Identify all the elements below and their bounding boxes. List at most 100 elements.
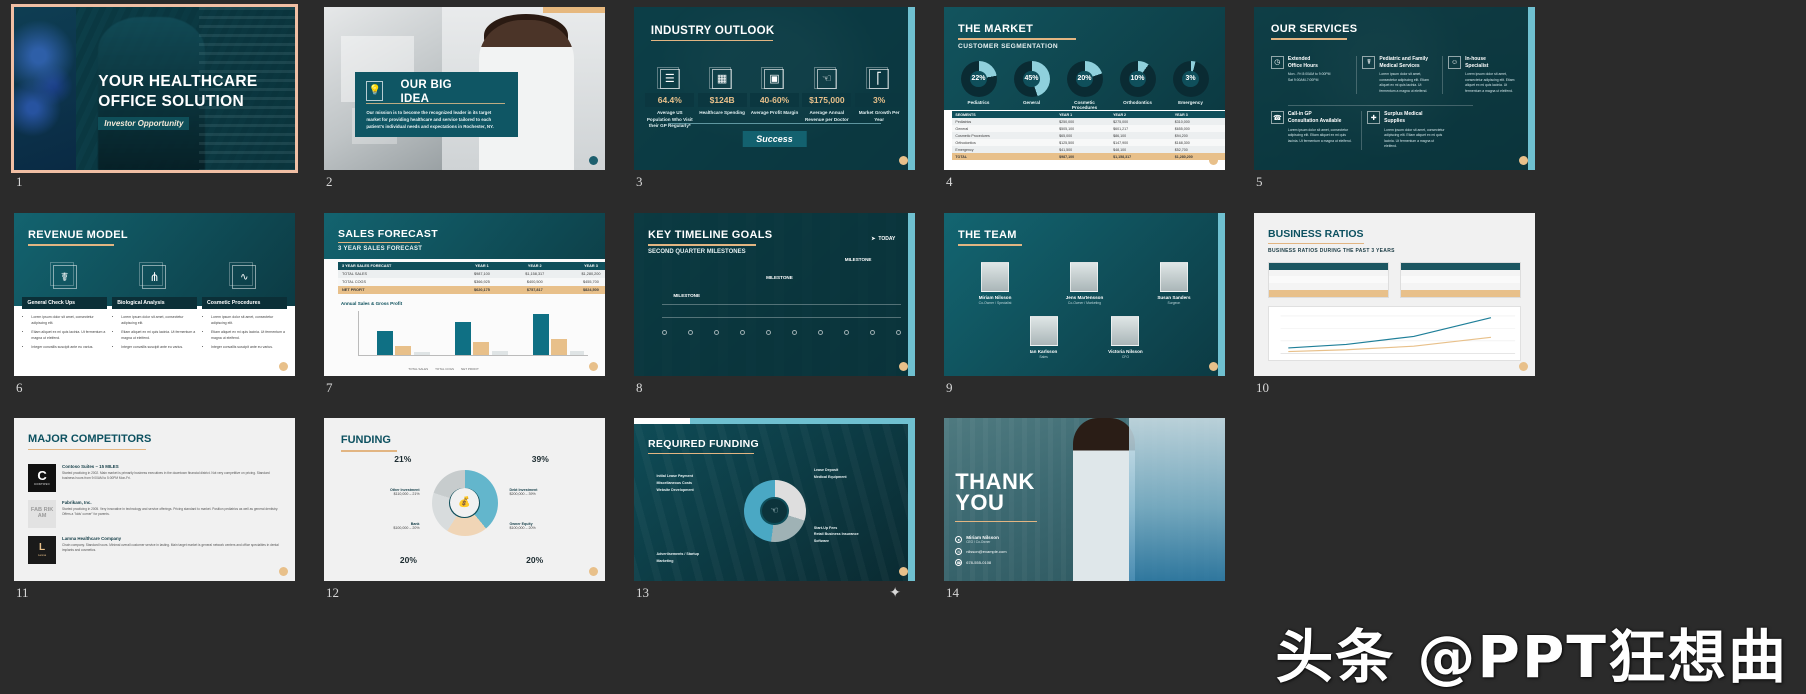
service-item: ◷ Extended Office Hours Mon - Fri 8:00AM…	[1270, 55, 1353, 94]
team-member: Ian Karlsson Sales	[1011, 315, 1075, 359]
revenue-column: ∿ Cosmetic Procedures Lorem ipsum dolor …	[202, 262, 287, 351]
table-row: Pediatrics $250,000 $275,000 $310,000	[952, 118, 1225, 126]
kpi-value: 3%	[854, 92, 904, 107]
slide-thumbnail-5[interactable]: OUR SERVICES ◷ Extended Office Hours Mon…	[1254, 7, 1535, 189]
donut-pct: 20%	[1077, 75, 1092, 83]
slide-number-7: 7	[326, 380, 333, 395]
service-item: ☺ In-house Specialist Lorem ipsum dolor …	[1442, 55, 1524, 95]
donut-label: Pediatrics	[967, 99, 990, 105]
service-name2: Medical Services	[1379, 62, 1420, 69]
funding-pct-tr: 39%	[531, 453, 549, 464]
people-icon: ☰	[656, 66, 680, 89]
donut-pct: 10%	[1130, 75, 1145, 83]
slide-thumbnail-9[interactable]: THE TEAM Miriam Nilsson Co-Owner / Speci…	[944, 213, 1225, 395]
ratios-table-right	[1400, 261, 1521, 298]
slide-number-5: 5	[1256, 174, 1263, 189]
slide-thumbnail-13[interactable]: REQUIRED FUNDING ☜ Initial Lease Payment…	[634, 418, 915, 600]
contact-phone-row: ☎ 678-555-0108	[955, 559, 1006, 567]
competitor-item: C CONTOSO Contoso Suites – 15 MILES Star…	[28, 463, 281, 492]
slide-thumbnail-6[interactable]: REVENUE MODEL ☤ General Check Ups Lorem …	[14, 213, 295, 395]
service-name: Surplus Medical	[1384, 111, 1423, 118]
lightbulb-icon: 💡	[366, 80, 384, 101]
competitor-body: Started practicing in 2005. Very innovat…	[62, 506, 279, 516]
member-name: Susan Sanders	[1157, 294, 1191, 300]
kpi-value: $124B	[697, 92, 747, 107]
table-row-total: NET PROFIT $620,175 $757,817 $824,500	[338, 285, 605, 294]
funding-donut: 💰	[431, 469, 498, 536]
slide1-subtitle: Investor Opportunity	[98, 116, 190, 130]
kpi-item: ☜ $175,000 Average Annual Revenue per Do…	[802, 66, 852, 130]
slide-thumbnail-7[interactable]: SALES FORECAST 3 YEAR SALES FORECAST 3 Y…	[324, 213, 605, 395]
dna-icon: ⋔	[139, 262, 167, 290]
slide7-subtitle: 3 YEAR SALES FORECAST	[338, 246, 423, 253]
donut-label: General	[1022, 99, 1041, 105]
avatar	[981, 261, 1010, 292]
phone-icon: ☎	[955, 559, 963, 567]
service-body: Lorem ipsum dolor sit amet, consectetur …	[1379, 72, 1429, 93]
funding-requirements-donut: ☜	[743, 479, 806, 542]
ratios-line-chart	[1268, 305, 1521, 362]
donut-label: Emergency	[1178, 99, 1203, 105]
donut-item: 45% General	[1008, 60, 1055, 110]
th: YEAR 1	[1056, 111, 1111, 119]
slide-thumbnail-8[interactable]: KEY TIMELINE GOALS SECOND QUARTER MILEST…	[634, 213, 915, 395]
slide9-title: THE TEAM	[958, 229, 1017, 242]
avatar	[1111, 315, 1140, 346]
slide-thumbnail-10[interactable]: BUSINESS RATIOS BUSINESS RATIOS DURING T…	[1254, 213, 1535, 395]
th: SEGMENTS	[952, 111, 1057, 119]
service-body: Mon - Fri 8:00AM to 9:00PM Sat 9:00AM-7:…	[1287, 72, 1331, 82]
milestone-label: MILESTONE	[844, 257, 872, 262]
slide4-subtitle: CUSTOMER SEGMENTATION	[958, 42, 1059, 50]
slide-thumbnail-2[interactable]: 💡 OUR BIG IDEA Our mission is to become …	[324, 7, 605, 189]
slide2-title-line1: OUR BIG	[400, 78, 452, 91]
slide-thumbnail-11[interactable]: MAJOR COMPETITORS C CONTOSO Contoso Suit…	[14, 418, 295, 600]
slide-thumbnail-14[interactable]: THANK YOU ● Miriam Nilsson CEO / Co-Owne…	[944, 418, 1225, 600]
slide-sorter-grid: YOUR HEALTHCARE OFFICE SOLUTION Investor…	[0, 0, 1806, 694]
service-item: ☤ Pediatric and Family Medical Services …	[1356, 55, 1438, 95]
bullet: Integer convallis suscipit ante eu variu…	[121, 345, 197, 351]
legend-item: TOTAL SALES	[408, 367, 429, 372]
slide-number-11: 11	[16, 585, 29, 600]
member-role: Sales	[1039, 354, 1048, 359]
slide13-right-items-2: Start-Up Fees Retail Business Insurance …	[813, 525, 859, 544]
contact-email: nilsson@example.com	[966, 549, 1007, 555]
slide4-title: THE MARKET	[958, 23, 1034, 36]
donut-item: 10% Orthodontics	[1114, 60, 1161, 110]
avatar	[1029, 315, 1058, 346]
kpi-label: Market Growth Per Year	[858, 109, 900, 122]
slide7-legend: TOTAL SALES TOTAL COGS NET PROFIT	[408, 367, 479, 371]
slide-thumbnail-4[interactable]: THE MARKET CUSTOMER SEGMENTATION 22% Ped…	[944, 7, 1225, 189]
slide-thumbnail-3[interactable]: INDUSTRY OUTLOOK ☰ 64.4% Average US Popu…	[634, 7, 915, 189]
milestone-label: MILESTONE	[673, 292, 701, 298]
slide8-title: KEY TIMELINE GOALS	[648, 229, 773, 242]
revenue-column: ☤ General Check Ups Lorem ipsum dolor si…	[22, 262, 107, 351]
slide8-subtitle: SECOND QUARTER MILESTONES	[648, 248, 746, 255]
hand-icon: ☜	[813, 66, 837, 89]
member-name: Jens Martensson	[1065, 294, 1104, 300]
coins-icon: 💰	[458, 497, 471, 509]
revenue-column: ⋔ Biological Analysis Lorem ipsum dolor …	[112, 262, 197, 351]
slide-number-4: 4	[946, 174, 953, 189]
service-name: Extended	[1287, 55, 1311, 62]
ratios-table-left	[1268, 261, 1389, 298]
slide1-title-line2: OFFICE SOLUTION	[98, 93, 245, 111]
slide5-title: OUR SERVICES	[1270, 23, 1358, 36]
slide3-title: INDUSTRY OUTLOOK	[650, 24, 775, 37]
table-row: Emergency $41,500 $48,100 $52,700	[952, 146, 1225, 154]
slide4-donut-row: 22% Pediatrics 45% General 20% Cosmetic …	[955, 60, 1214, 110]
arrow-icon: ➤	[871, 235, 876, 242]
member-name: Miriam Nilsson	[978, 294, 1012, 300]
contact-person: ● Miriam Nilsson CEO / Co-Owner	[955, 535, 1006, 544]
th: YEAR 1	[457, 261, 507, 270]
slide-thumbnail-12[interactable]: FUNDING 💰 21% 39% 20% 20% Other Investme…	[324, 418, 605, 600]
milestone-label: MILESTONE	[766, 274, 793, 280]
slide13-title: REQUIRED FUNDING	[648, 437, 760, 450]
table-row: TOTAL COGS $366,925 $400,500 $455,700	[338, 277, 605, 286]
team-member: Susan Sanders Surgeon	[1143, 261, 1206, 305]
slide-thumbnail-1[interactable]: YOUR HEALTHCARE OFFICE SOLUTION Investor…	[11, 4, 298, 189]
funding-pct-tl: 21%	[394, 453, 412, 464]
competitor-item: FAB RIK AM Fabrikam, Inc. Started practi…	[28, 499, 281, 528]
team-member: Jens Martensson Co-Owner / Marketing	[1053, 261, 1116, 305]
legend-item: NET PROFIT	[461, 367, 479, 372]
th: YEAR 3	[1171, 111, 1225, 119]
